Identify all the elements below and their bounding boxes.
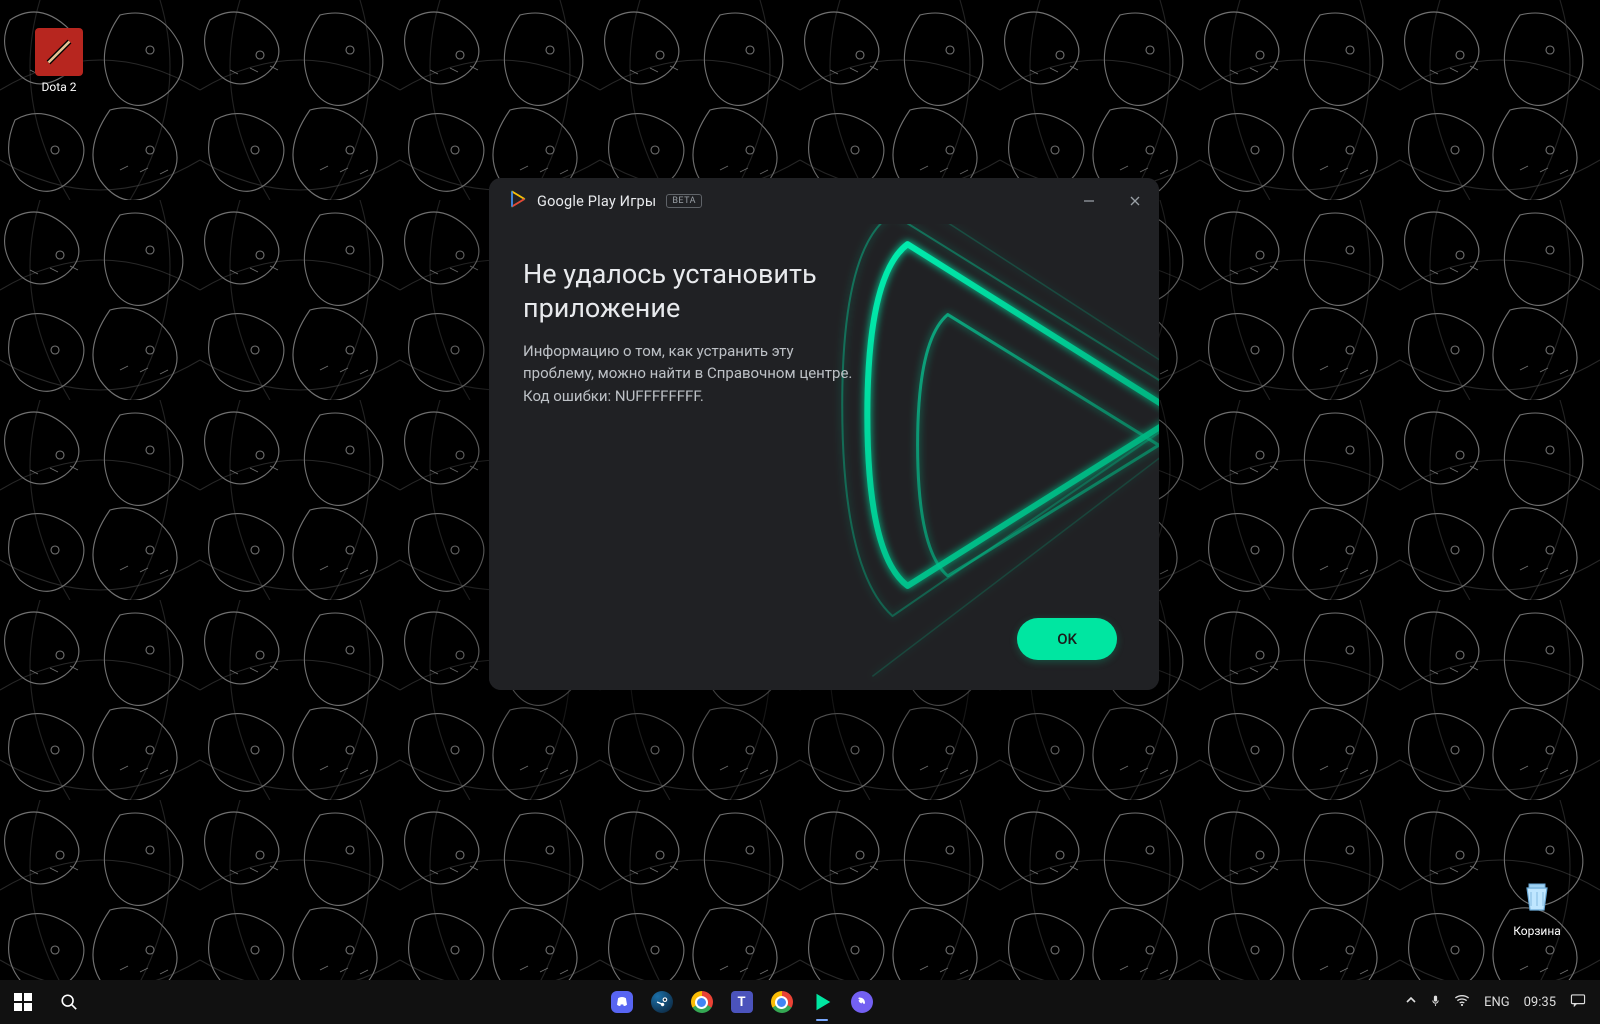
desktop-icon-label: Корзина [1513, 924, 1561, 938]
search-button[interactable] [46, 980, 92, 1024]
beta-badge: BETA [666, 194, 702, 208]
taskbar-app-steam[interactable] [647, 987, 677, 1017]
start-button[interactable] [0, 980, 46, 1024]
tray-input-language[interactable]: ENG [1484, 995, 1510, 1010]
close-button[interactable] [1123, 189, 1147, 213]
dialog-titlebar: Google Play Игры BETA [489, 178, 1159, 224]
recycle-bin-icon [1513, 872, 1561, 920]
dialog-heading: Не удалось установить приложение [523, 258, 879, 326]
desktop-icon-label: Dota 2 [42, 80, 77, 94]
taskbar-app-chrome-2[interactable] [767, 987, 797, 1017]
taskbar-app-chrome[interactable] [687, 987, 717, 1017]
google-play-games-icon [507, 189, 527, 213]
tray-microphone-icon[interactable] [1429, 994, 1442, 1011]
tray-notifications-icon[interactable] [1570, 993, 1586, 1011]
dota2-icon [35, 28, 83, 76]
dialog-message: Информацию о том, как устранить эту проб… [523, 340, 879, 408]
desktop-icon-dota2[interactable]: Dota 2 [14, 28, 104, 94]
minimize-button[interactable] [1077, 189, 1101, 213]
dialog-title: Google Play Игры [537, 193, 656, 210]
tray-clock[interactable]: 09:35 [1524, 995, 1556, 1010]
taskbar-app-discord[interactable] [607, 987, 637, 1017]
ok-button[interactable]: OK [1017, 618, 1117, 660]
tray-overflow-icon[interactable] [1405, 994, 1417, 1010]
google-play-games-dialog: Google Play Игры BETA [489, 178, 1159, 690]
tray-wifi-icon[interactable] [1454, 994, 1470, 1010]
desktop-icon-recycle-bin[interactable]: Корзина [1492, 872, 1582, 938]
taskbar-app-teams[interactable]: T [727, 987, 757, 1017]
taskbar-app-viber[interactable] [847, 987, 877, 1017]
taskbar-app-google-play-games[interactable] [807, 987, 837, 1017]
taskbar: T ENG 09:35 [0, 980, 1600, 1024]
